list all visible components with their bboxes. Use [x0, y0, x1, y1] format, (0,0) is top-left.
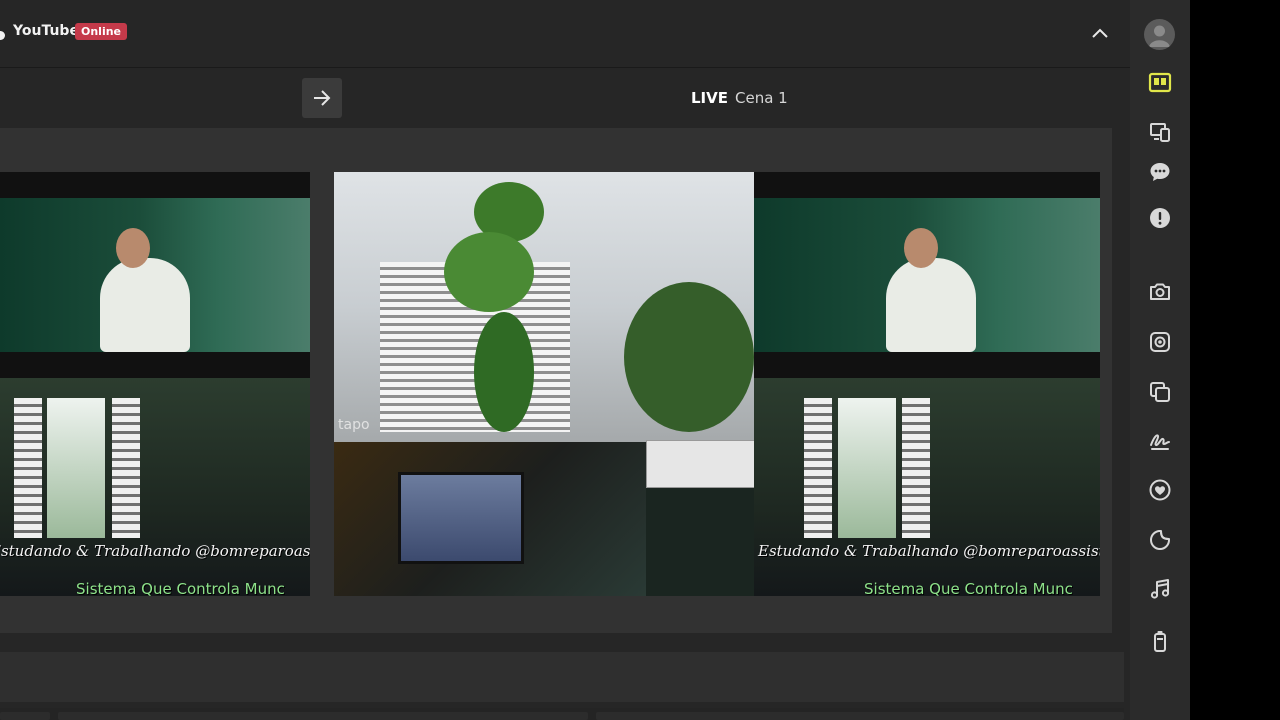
overlay-handle-text: Estudando & Trabalhando @bomreparoassist…: [758, 542, 1100, 560]
devices-icon[interactable]: [1145, 117, 1175, 147]
monitor-screen: [398, 472, 524, 564]
camera-icon[interactable]: [1145, 277, 1175, 307]
embedded-window: [646, 440, 754, 488]
platform-icon: [0, 31, 5, 40]
bottom-strip: [0, 708, 1124, 720]
status-badge: Online: [75, 23, 128, 40]
signature-icon[interactable]: [1145, 426, 1175, 456]
destination-header: YouTube Online: [0, 0, 1130, 68]
chevron-up-icon: [1092, 28, 1108, 38]
guard-figure: [886, 258, 976, 352]
room-video: [0, 378, 310, 596]
transition-button[interactable]: [302, 78, 342, 118]
overlay-ticker-text: Sistema Que Controla Munc: [76, 580, 285, 596]
security-guard-video: [0, 198, 310, 352]
overlay-ticker-text: Sistema Que Controla Munc: [864, 580, 1073, 596]
camera-watermark: tapo: [338, 417, 370, 433]
scene-toolbar: LIVE Cena 1: [0, 68, 1130, 128]
security-guard-video: [754, 198, 1100, 352]
music-icon[interactable]: [1145, 574, 1175, 604]
video-feed-left: Estudando & Trabalhando @bomreparoassist…: [0, 172, 310, 596]
guard-head: [116, 228, 150, 268]
video-feed-center: tapo: [334, 172, 754, 596]
platform-title: YouTube: [13, 23, 79, 39]
alert-icon[interactable]: [1145, 203, 1175, 233]
lower-panel: [0, 652, 1124, 702]
collapse-button[interactable]: [1086, 20, 1114, 46]
sticker-icon[interactable]: [1145, 525, 1175, 555]
room-video: [754, 378, 1100, 596]
layout-icon[interactable]: [1145, 68, 1175, 98]
main-panel: YouTube Online LIVE Cena 1 Estudando & T…: [0, 0, 1130, 720]
screen-edge: [1190, 0, 1280, 720]
guard-figure: [100, 258, 190, 352]
scene-name: Cena 1: [735, 89, 788, 107]
heart-icon[interactable]: [1145, 475, 1175, 505]
security-camera-view: tapo: [334, 172, 754, 442]
desk-camera-view: [334, 442, 646, 596]
camera-ring-icon[interactable]: [1145, 327, 1175, 357]
preview-canvas[interactable]: Estudando & Trabalhando @bomreparoassist…: [0, 128, 1112, 633]
video-feed-right: Estudando & Trabalhando @bomreparoassist…: [754, 172, 1100, 596]
sidebar-rail: [1130, 0, 1190, 720]
dark-camera-view: [646, 488, 754, 596]
live-label: LIVE: [691, 89, 728, 107]
guard-head: [904, 228, 938, 268]
chat-icon[interactable]: [1145, 157, 1175, 187]
layers-icon[interactable]: [1145, 377, 1175, 407]
overlay-handle-text: Estudando & Trabalhando @bomreparoassist…: [0, 542, 310, 560]
avatar-icon[interactable]: [1144, 19, 1175, 50]
arrow-right-icon: [314, 90, 331, 106]
battery-icon[interactable]: [1145, 626, 1175, 656]
